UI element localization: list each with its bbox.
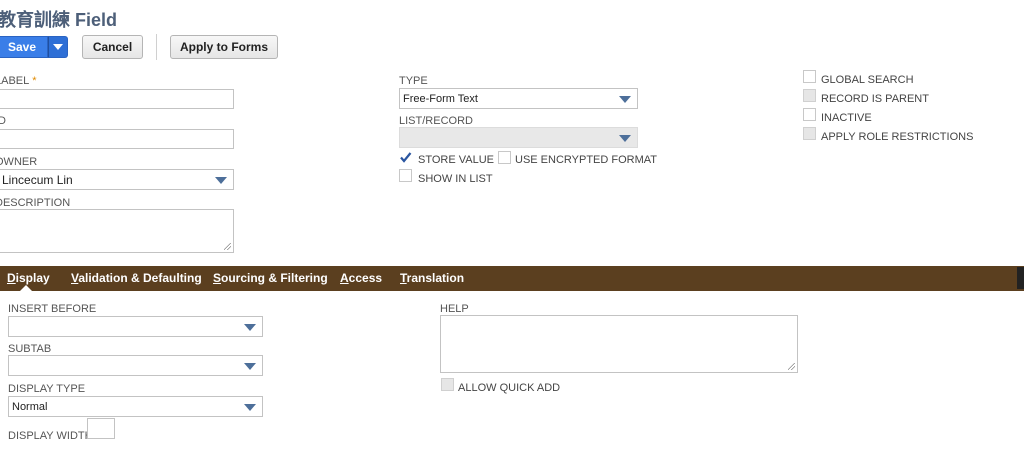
show-in-list-label: SHOW IN LIST xyxy=(418,173,493,185)
type-select[interactable]: Free-Form Text xyxy=(399,88,638,109)
store-value-label: STORE VALUE xyxy=(418,154,495,166)
caret-down-icon xyxy=(619,135,631,142)
label-field-label: LABEL* xyxy=(0,75,37,87)
use-encrypted-format-checkbox[interactable] xyxy=(498,151,511,164)
apply-to-forms-button[interactable]: Apply to Forms xyxy=(170,35,278,59)
inactive-checkbox[interactable] xyxy=(803,108,816,121)
label-input[interactable] xyxy=(0,89,234,109)
store-value-checkbox[interactable] xyxy=(399,151,412,164)
id-input[interactable] xyxy=(0,129,234,149)
record-is-parent-label: RECORD IS PARENT xyxy=(821,93,929,105)
toolbar-divider xyxy=(156,34,157,60)
subtab-select[interactable] xyxy=(8,355,263,376)
global-search-label: GLOBAL SEARCH xyxy=(821,74,914,86)
display-width-label: DISPLAY WIDTH xyxy=(8,430,93,442)
inactive-label: INACTIVE xyxy=(821,112,872,124)
show-in-list-checkbox[interactable] xyxy=(399,169,412,182)
subtab-label: SUBTAB xyxy=(8,343,52,355)
allow-quick-add-label: ALLOW QUICK ADD xyxy=(458,382,561,394)
caret-down-icon xyxy=(215,177,227,184)
resize-grip-icon[interactable] xyxy=(788,363,795,370)
display-width-input[interactable] xyxy=(87,418,115,439)
owner-field-label: OWNER xyxy=(0,156,38,168)
display-type-value: Normal xyxy=(12,400,48,413)
resize-grip-icon[interactable] xyxy=(224,243,231,250)
cancel-button[interactable]: Cancel xyxy=(82,35,143,59)
caret-down-icon xyxy=(244,363,256,370)
save-menu-button[interactable] xyxy=(48,36,68,58)
apply-role-restrictions-checkbox[interactable] xyxy=(803,127,816,140)
use-encrypted-format-label: USE ENCRYPTED FORMAT xyxy=(515,154,657,166)
record-is-parent-checkbox[interactable] xyxy=(803,89,816,102)
list-record-select[interactable] xyxy=(399,127,638,148)
chevron-down-icon xyxy=(53,44,63,50)
allow-quick-add-checkbox[interactable] xyxy=(441,378,454,391)
page-title: 教育訓練 Field xyxy=(0,10,118,30)
tab-access[interactable]: Access xyxy=(340,271,382,285)
caret-down-icon xyxy=(619,96,631,103)
type-field-label: TYPE xyxy=(399,75,428,87)
caret-down-icon xyxy=(244,324,256,331)
description-field-label: DESCRIPTION xyxy=(0,197,71,209)
list-record-field-label: LIST/RECORD xyxy=(399,115,473,127)
id-field-label: ID xyxy=(0,115,6,127)
help-label: HELP xyxy=(440,303,469,315)
type-value: Free-Form Text xyxy=(403,92,478,105)
help-textarea[interactable] xyxy=(440,315,798,373)
owner-value: Lincecum Lin xyxy=(2,172,73,187)
save-button-group: Save xyxy=(0,36,68,58)
display-type-label: DISPLAY TYPE xyxy=(8,383,86,395)
global-search-checkbox[interactable] xyxy=(803,70,816,83)
active-tab-indicator xyxy=(20,285,32,291)
tab-validation-defaulting[interactable]: Validation & Defaulting xyxy=(71,271,202,285)
tab-display[interactable]: Display xyxy=(7,271,50,285)
panel-toggle-icon[interactable] xyxy=(1017,267,1024,289)
apply-role-restrictions-label: APPLY ROLE RESTRICTIONS xyxy=(821,131,974,143)
caret-down-icon xyxy=(244,404,256,411)
display-type-select[interactable]: Normal xyxy=(8,396,263,417)
save-button[interactable]: Save xyxy=(0,36,48,58)
owner-select[interactable]: Lincecum Lin xyxy=(0,169,234,190)
checkmark-icon xyxy=(400,152,412,163)
tab-translation[interactable]: Translation xyxy=(400,271,464,285)
description-textarea[interactable] xyxy=(0,209,234,253)
insert-before-label: INSERT BEFORE xyxy=(8,303,97,315)
insert-before-select[interactable] xyxy=(8,316,263,337)
tab-sourcing-filtering[interactable]: Sourcing & Filtering xyxy=(213,271,328,285)
